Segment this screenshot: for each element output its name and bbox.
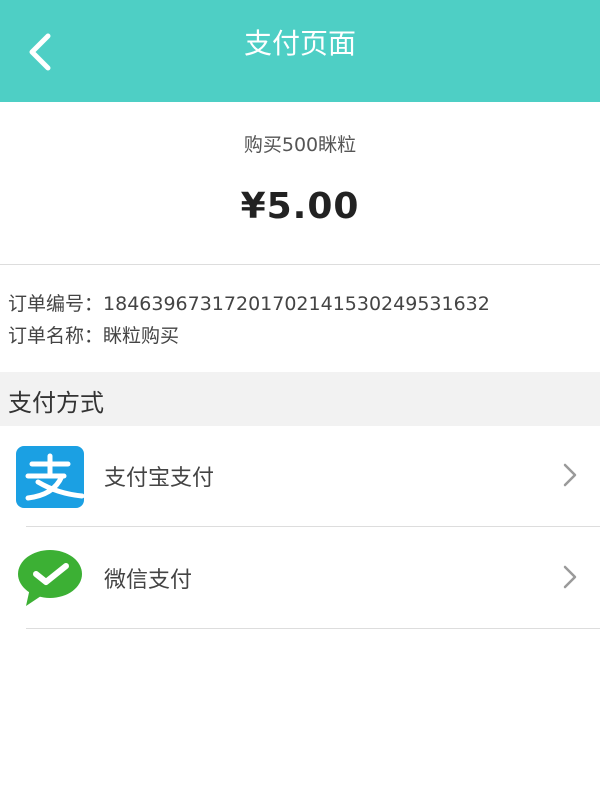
page-title: 支付页面 bbox=[243, 27, 356, 60]
wechat-pay-icon bbox=[16, 548, 84, 610]
order-name-value: 眯粒购买 bbox=[103, 325, 180, 347]
wechat-pay-label: 微信支付 bbox=[104, 568, 193, 593]
order-name-label: 订单名称： bbox=[8, 325, 104, 347]
pay-option-divider-bottom bbox=[26, 628, 600, 629]
top-bar: 支付页面 bbox=[0, 0, 600, 102]
order-name-row: 订单名称：眯粒购买 bbox=[8, 320, 598, 352]
pay-option-divider bbox=[26, 526, 600, 527]
order-summary: 购买500眯粒 ¥5.00 bbox=[0, 102, 600, 264]
payment-method-header: 支付方式 bbox=[0, 372, 600, 426]
order-number-row: 订单编号：18463967317201702141530249531632 bbox=[8, 288, 598, 320]
order-number-value: 18463967317201702141530249531632 bbox=[103, 293, 490, 315]
chevron-right-icon bbox=[560, 564, 580, 590]
order-number-label: 订单编号： bbox=[8, 293, 104, 315]
summary-divider bbox=[0, 264, 600, 265]
product-title: 购买500眯粒 bbox=[243, 134, 357, 156]
payment-method-title: 支付方式 bbox=[8, 389, 104, 417]
alipay-icon bbox=[16, 446, 85, 508]
price-amount: ¥5.00 bbox=[240, 186, 360, 227]
chevron-right-icon bbox=[560, 462, 580, 488]
pay-option-wechat[interactable]: 微信支付 bbox=[0, 528, 600, 628]
order-info: 订单编号：18463967317201702141530249531632 订单… bbox=[8, 288, 598, 352]
payment-page: 支付页面 购买500眯粒 ¥5.00 订单编号：1846396731720170… bbox=[0, 0, 600, 800]
pay-option-alipay[interactable]: 支付宝支付 bbox=[0, 426, 600, 526]
alipay-label: 支付宝支付 bbox=[104, 466, 215, 491]
